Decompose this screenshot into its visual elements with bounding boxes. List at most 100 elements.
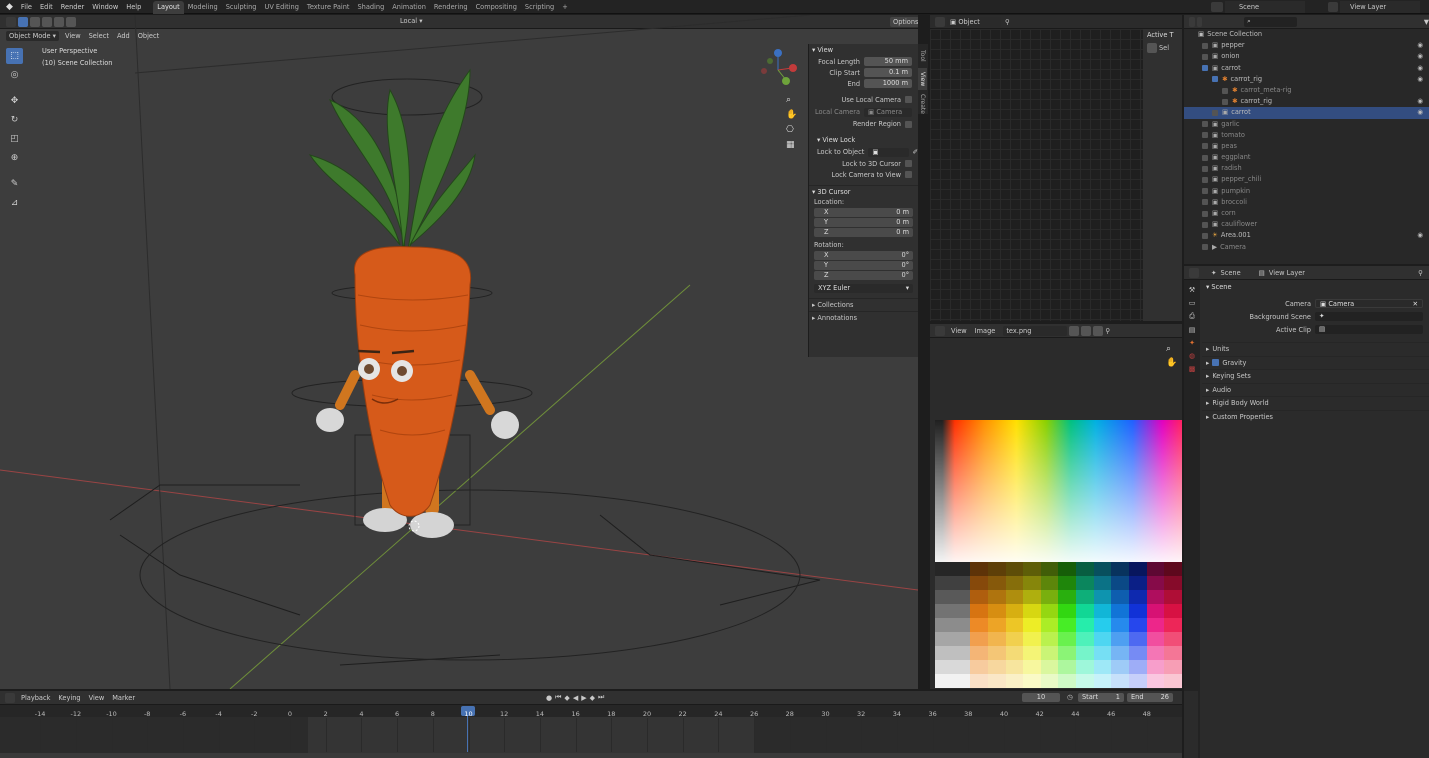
menu-window[interactable]: Window [88,0,122,14]
image-new-icon[interactable] [1081,325,1092,336]
image-editor[interactable]: View Image tex.png ⚲ ⌕ ✋ [930,324,1182,689]
use-local-camera-row[interactable]: Use Local Camera [809,93,918,106]
visibility-eye-icon[interactable]: ◉ [1417,230,1423,241]
outliner-root[interactable]: ▣ Scene Collection [1184,29,1429,40]
include-checkbox[interactable] [1202,132,1208,139]
texture-tab-icon[interactable]: ▩ [1189,365,1196,373]
navigation-gizmo[interactable] [758,45,808,95]
image-name-field[interactable]: tex.png [1003,325,1068,336]
visibility-eye-icon[interactable]: ◉ [1417,74,1423,85]
scene-selector[interactable]: Scene [1211,1,1305,13]
image-browse-icon[interactable] [1069,325,1080,336]
loc-x-field[interactable]: X 0 m [814,208,913,217]
menu-help[interactable]: Help [122,0,145,14]
display-mode-icon[interactable] [1196,16,1203,27]
rot-z-field[interactable]: Z 0° [814,271,913,280]
clip-start-field[interactable]: 0.1 m [864,68,912,77]
outliner-item[interactable]: ☀ Area.001 ◉ [1184,230,1429,241]
camera-field[interactable]: ▣ Camera ✕ [1315,299,1423,308]
workspace-tab-shading[interactable]: Shading [353,1,388,14]
scene-section-header[interactable]: ▾ Scene [1202,281,1429,293]
zoom-icon[interactable]: ⌕ [1166,344,1177,354]
subpanel-keying-sets[interactable]: ▸ Keying Sets [1202,369,1429,383]
local-camera-field[interactable]: ▣ Camera [864,107,912,117]
include-checkbox[interactable] [1202,53,1208,60]
lock-camera-checkbox[interactable] [905,171,912,178]
subpanel-units[interactable]: ▸ Units [1202,342,1429,356]
include-checkbox[interactable] [1202,188,1208,195]
lock-cursor-checkbox[interactable] [905,160,912,167]
next-keyframe-icon[interactable]: ◆ [590,694,595,702]
scene-tab-icon[interactable]: ✦ [1189,339,1195,347]
outliner-item[interactable]: ▣ tomato [1184,130,1429,141]
rot-x-field[interactable]: X 0° [814,251,913,260]
camera-view-icon[interactable]: ⎔ [786,125,797,135]
subpanel-audio[interactable]: ▸ Audio [1202,382,1429,397]
workspace-tab-animation[interactable]: Animation [388,1,430,14]
include-checkbox[interactable] [1222,98,1228,105]
tab-view[interactable]: View [918,67,927,90]
zoom-icon[interactable]: ⌕ [786,95,797,105]
end-frame-field[interactable]: End 26 [1127,693,1173,702]
outliner-item[interactable]: ▣ broccoli [1184,197,1429,208]
world-tab-icon[interactable]: ◍ [1189,352,1195,360]
pin-icon[interactable]: ⚲ [1105,327,1110,335]
loc-y-field[interactable]: Y 0 m [814,218,913,227]
include-checkbox[interactable] [1202,210,1208,217]
lock-object-field[interactable]: ▣ [868,147,910,157]
outliner-item[interactable]: ▣ peas [1184,141,1429,152]
visibility-eye-icon[interactable]: ◉ [1417,63,1423,74]
include-checkbox[interactable] [1212,76,1218,83]
outliner-item[interactable]: ▣ onion ◉ [1184,51,1429,62]
image-open-icon[interactable] [1093,325,1104,336]
subpanel-gravity[interactable]: ▸ Gravity [1202,355,1429,370]
editor-type-icon[interactable] [5,692,15,703]
tool-tab-icon[interactable]: ⚒ [1189,286,1195,294]
workspace-tab-modeling[interactable]: Modeling [184,1,222,14]
visibility-eye-icon[interactable]: ◉ [1417,51,1423,62]
image-menu-view[interactable]: View [947,324,971,338]
current-frame-field[interactable]: 10 [1022,693,1060,702]
editor-type-icon[interactable] [1189,267,1199,278]
include-checkbox[interactable] [1202,177,1208,184]
outliner[interactable]: ⌕ ▼ ▣ Scene Collection ▣ pepper ◉ ▣ onion ◉ ▣ ca… [1184,15,1429,264]
jump-end-icon[interactable]: ⏭ [598,693,604,702]
use-local-camera-checkbox[interactable] [905,96,912,103]
outliner-item[interactable]: ✱ carrot_meta-rig [1184,85,1429,96]
outliner-item[interactable]: ▣ pepper ◉ [1184,40,1429,51]
outliner-item[interactable]: ▶ Camera [1184,242,1429,253]
include-checkbox[interactable] [1212,109,1218,116]
workspace-tab-scripting[interactable]: Scripting [521,1,558,14]
3d-viewport[interactable]: Local ▾ Options Object Mode ▾ View Select… [0,15,918,689]
include-checkbox[interactable] [1202,232,1208,239]
timeline-menu-playback[interactable]: Playback [17,691,54,705]
view-lock-header[interactable]: ▾ View Lock [809,134,918,146]
object-type-dropdown[interactable]: ▣ Object [947,16,1001,27]
tab-create[interactable]: Create [918,90,927,118]
cursor-panel-header[interactable]: ▾ 3D Cursor [809,185,918,197]
filter-icon[interactable]: ▼ [1424,18,1429,26]
start-frame-field[interactable]: Start 1 [1078,693,1124,702]
render-tab-icon[interactable]: ▭ [1189,299,1196,307]
pan-hand-icon[interactable]: ✋ [1166,358,1177,368]
node-editor[interactable]: ▣ Object ⚲ Active T Sel [930,15,1182,321]
ortho-grid-icon[interactable]: ▦ [786,140,797,150]
workspace-tab-compositing[interactable]: Compositing [472,1,521,14]
rot-y-field[interactable]: Y 0° [814,261,913,270]
active-clip-field[interactable]: ▤ [1315,325,1423,334]
annotations-panel-header[interactable]: ▸ Annotations [809,311,918,324]
outliner-item[interactable]: ▣ pepper_chili [1184,174,1429,185]
view-layer-selector[interactable]: View Layer [1328,1,1420,13]
blender-logo-icon[interactable]: ◆ [6,2,13,12]
view-panel-header[interactable]: ▾ View [809,44,918,56]
timeline-menu-view[interactable]: View [85,691,109,705]
output-tab-icon[interactable]: ⎙ [1189,312,1195,321]
menu-render[interactable]: Render [57,0,88,14]
outliner-item[interactable]: ▣ pumpkin [1184,186,1429,197]
outliner-search-input[interactable]: ⌕ [1244,16,1297,27]
clock-icon[interactable]: ◷ [1067,693,1073,701]
background-scene-field[interactable]: ✦ [1315,312,1423,321]
lock-cursor-row[interactable]: Lock to 3D Cursor [809,158,918,169]
outliner-item[interactable]: ✱ carrot_rig ◉ [1184,96,1429,107]
record-icon[interactable]: ● [546,694,552,702]
